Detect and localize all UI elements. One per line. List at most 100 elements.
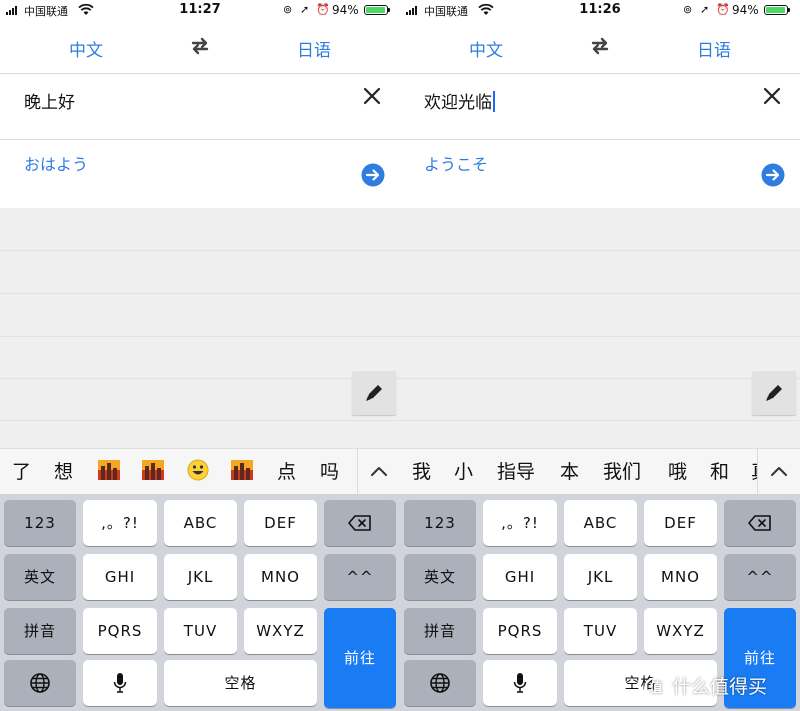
- screen-left: 中国联通 11:27 ⊚ ➚ ⏰ 94% 中文 日语 晚上好 おはよう 了 想: [0, 0, 400, 711]
- key-abc[interactable]: ABC: [564, 500, 637, 546]
- microphone-icon: [513, 673, 527, 693]
- translation-text: ようこそ: [424, 155, 489, 174]
- sunset-emoji-icon[interactable]: [142, 460, 164, 480]
- key-wxyz[interactable]: WXYZ: [644, 608, 717, 654]
- backspace-key[interactable]: [724, 500, 796, 546]
- language-bar: 中文 日语: [400, 20, 800, 74]
- key-abc[interactable]: ABC: [164, 500, 237, 546]
- candidate-word[interactable]: 想: [54, 457, 73, 484]
- status-bar: 中国联通 11:26 ⊚ ➚ ⏰ 94%: [400, 0, 800, 20]
- candidate-word[interactable]: 哦: [668, 457, 687, 484]
- source-language-button[interactable]: 中文: [469, 36, 503, 61]
- key-123[interactable]: 123: [4, 500, 76, 546]
- backspace-icon: [748, 515, 771, 531]
- pen-icon: [766, 385, 782, 401]
- keyboard: 123 ,。?! ABC DEF 英文 GHI JKL MNO ^^ 拼音 PQ…: [0, 494, 400, 711]
- arrow-right-circle-icon[interactable]: [361, 163, 385, 187]
- go-key[interactable]: 前往: [324, 608, 396, 708]
- target-language-button[interactable]: 日语: [297, 36, 331, 61]
- key-def[interactable]: DEF: [244, 500, 317, 546]
- key-emoticon[interactable]: ^^: [724, 554, 796, 600]
- screen-right: 中国联通 11:26 ⊚ ➚ ⏰ 94% 中文 日语 欢迎光临 ようこそ 我 小…: [400, 0, 800, 711]
- space-key[interactable]: 空格: [164, 660, 317, 706]
- close-icon[interactable]: [762, 86, 782, 106]
- backspace-icon: [348, 515, 371, 531]
- battery-level: [366, 7, 385, 13]
- key-def[interactable]: DEF: [644, 500, 717, 546]
- sunset-emoji-icon[interactable]: [231, 460, 253, 480]
- source-text-input[interactable]: 晚上好: [0, 74, 400, 140]
- microphone-icon: [113, 673, 127, 693]
- candidate-word[interactable]: 吗: [320, 457, 339, 484]
- key-mno[interactable]: MNO: [644, 554, 717, 600]
- key-emoticon[interactable]: ^^: [324, 554, 396, 600]
- key-tuv[interactable]: TUV: [164, 608, 237, 654]
- source-text-input[interactable]: 欢迎光临: [400, 74, 800, 140]
- globe-icon: [30, 673, 50, 693]
- key-ghi[interactable]: GHI: [483, 554, 557, 600]
- swap-arrows-icon[interactable]: [188, 34, 212, 58]
- candidate-word[interactable]: 指导: [497, 457, 535, 484]
- candidate-word[interactable]: 我: [412, 457, 431, 484]
- location-icon: ➚: [700, 3, 710, 16]
- alarm-icon: ⏰: [716, 3, 730, 16]
- backspace-key[interactable]: [324, 500, 396, 546]
- battery-percent: 94%: [732, 3, 759, 17]
- candidate-word[interactable]: 了: [12, 457, 31, 484]
- key-english[interactable]: 英文: [4, 554, 76, 600]
- key-tuv[interactable]: TUV: [564, 608, 637, 654]
- candidate-word[interactable]: 本: [560, 457, 579, 484]
- globe-key[interactable]: [4, 660, 76, 706]
- source-language-button[interactable]: 中文: [69, 36, 103, 61]
- key-mno[interactable]: MNO: [244, 554, 317, 600]
- smiley-emoji-icon[interactable]: [187, 459, 209, 481]
- candidate-word[interactable]: 和: [710, 457, 729, 484]
- battery-level: [766, 7, 785, 13]
- swap-arrows-icon[interactable]: [588, 34, 612, 58]
- key-pqrs[interactable]: PQRS: [483, 608, 557, 654]
- source-text-value[interactable]: 晚上好: [24, 88, 75, 113]
- orientation-lock-icon: ⊚: [683, 3, 693, 16]
- handwriting-button[interactable]: [752, 371, 796, 415]
- key-wxyz[interactable]: WXYZ: [244, 608, 317, 654]
- key-punctuation[interactable]: ,。?!: [483, 500, 557, 546]
- battery-icon: [764, 5, 790, 15]
- globe-icon: [430, 673, 450, 693]
- watermark-badge: 值: [644, 677, 668, 701]
- globe-key[interactable]: [404, 660, 476, 706]
- microphone-key[interactable]: [483, 660, 557, 706]
- key-pqrs[interactable]: PQRS: [83, 608, 157, 654]
- key-jkl[interactable]: JKL: [164, 554, 237, 600]
- key-pinyin[interactable]: 拼音: [404, 608, 476, 654]
- text-caret: [493, 91, 495, 112]
- key-jkl[interactable]: JKL: [564, 554, 637, 600]
- key-english[interactable]: 英文: [404, 554, 476, 600]
- battery-icon: [364, 5, 390, 15]
- key-123[interactable]: 123: [404, 500, 476, 546]
- key-pinyin[interactable]: 拼音: [4, 608, 76, 654]
- pen-icon: [366, 385, 382, 401]
- arrow-right-circle-icon[interactable]: [761, 163, 785, 187]
- candidate-word[interactable]: 我们: [603, 457, 641, 484]
- candidate-bar: 了 想 点 吗: [0, 448, 400, 495]
- watermark: 值什么值得买: [644, 672, 767, 701]
- candidate-word[interactable]: 小: [454, 457, 473, 484]
- target-language-button[interactable]: 日语: [697, 36, 731, 61]
- key-ghi[interactable]: GHI: [83, 554, 157, 600]
- microphone-key[interactable]: [83, 660, 157, 706]
- battery-percent: 94%: [332, 3, 359, 17]
- expand-candidates-button[interactable]: [357, 449, 400, 495]
- close-icon[interactable]: [362, 86, 382, 106]
- alarm-icon: ⏰: [316, 3, 330, 16]
- language-bar: 中文 日语: [0, 20, 400, 74]
- candidate-bar: 我 小 指导 本 我们 哦 和 真: [400, 448, 800, 495]
- source-text-content: 欢迎光临: [424, 93, 492, 113]
- expand-candidates-button[interactable]: [757, 449, 800, 495]
- handwriting-button[interactable]: [352, 371, 396, 415]
- key-punctuation[interactable]: ,。?!: [83, 500, 157, 546]
- orientation-lock-icon: ⊚: [283, 3, 293, 16]
- candidate-word[interactable]: 点: [277, 457, 296, 484]
- chevron-up-icon: [371, 467, 387, 476]
- source-text-value[interactable]: 欢迎光临: [424, 88, 495, 113]
- sunset-emoji-icon[interactable]: [98, 460, 120, 480]
